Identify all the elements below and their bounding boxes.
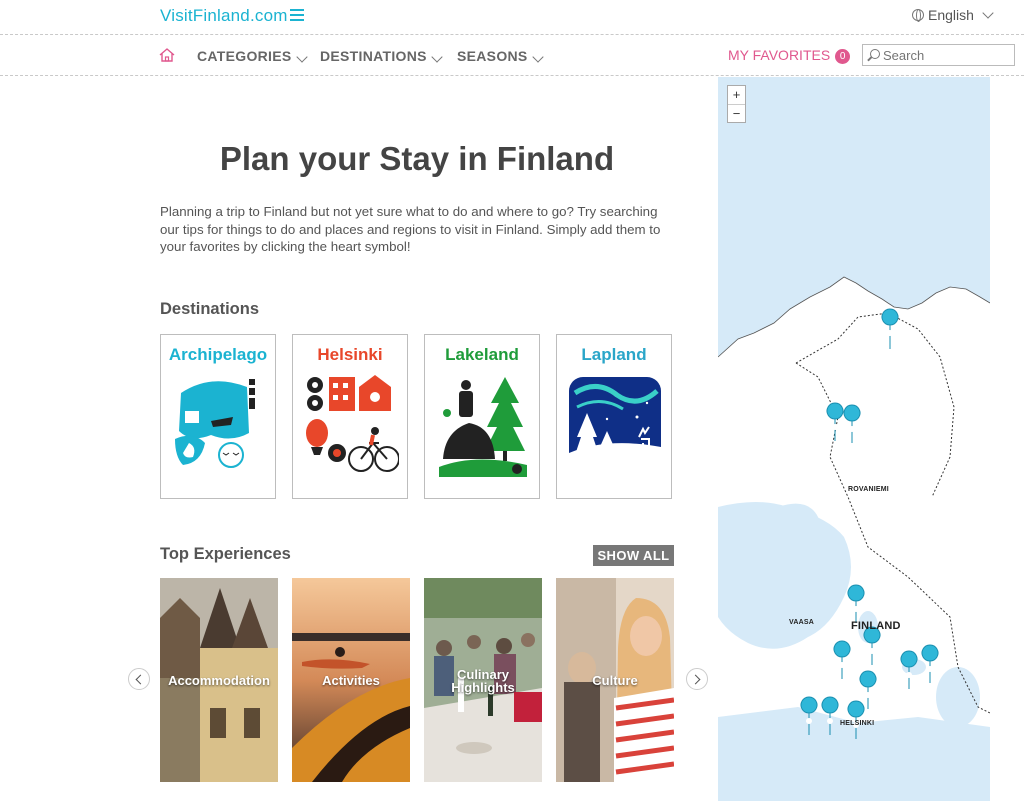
search-icon xyxy=(870,49,880,59)
language-selector[interactable]: English xyxy=(912,7,996,23)
destination-card-lakeland[interactable]: Lakeland xyxy=(424,334,540,499)
nav-destinations-label: DESTINATIONS xyxy=(320,48,427,64)
experience-label: Activities xyxy=(322,673,380,688)
destination-card-helsinki[interactable]: Helsinki xyxy=(292,334,408,499)
archipelago-poster-image xyxy=(171,373,267,483)
top-bar: VisitFinland.com English xyxy=(0,0,1024,35)
my-favorites-link[interactable]: MY FAVORITES 0 xyxy=(728,47,851,64)
page-title: Plan your Stay in Finland xyxy=(219,140,615,177)
carousel-next-button[interactable] xyxy=(686,668,708,690)
destination-card-lapland[interactable]: Lapland xyxy=(556,334,672,499)
destination-title: Archipelago xyxy=(168,345,268,364)
nav-destinations[interactable]: DESTINATIONS xyxy=(320,48,445,64)
experience-card-culinary[interactable]: Culinary Highlights xyxy=(424,578,542,782)
map-canvas xyxy=(718,276,990,801)
language-label: English xyxy=(928,7,974,23)
map-label-vaasa: VAASA xyxy=(789,619,814,626)
nav-categories[interactable]: CATEGORIES xyxy=(197,48,310,64)
intro-text: Planning a trip to Finland but not yet s… xyxy=(160,204,661,254)
chevron-left-icon xyxy=(135,674,146,685)
main-nav: CATEGORIES DESTINATIONS SEASONS MY FAVOR… xyxy=(0,35,1024,75)
experience-card-accommodation[interactable]: Accommodation xyxy=(160,578,278,782)
zoom-out-button[interactable]: − xyxy=(728,105,745,123)
map-zoom-control: + − xyxy=(727,85,746,123)
chevron-down-icon xyxy=(531,51,544,63)
site-logo[interactable]: VisitFinland.com xyxy=(160,6,288,26)
map-label-finland: FINLAND xyxy=(851,620,901,632)
favorites-count-badge: 0 xyxy=(835,49,851,64)
experience-label: Culinary Highlights xyxy=(451,667,515,695)
experience-card-activities[interactable]: Activities xyxy=(292,578,410,782)
nav-divider xyxy=(0,75,1024,76)
destination-title: Lapland xyxy=(581,345,647,364)
carousel-prev-button[interactable] xyxy=(128,668,150,690)
destination-title: Lakeland xyxy=(445,345,519,364)
experience-card-culture[interactable]: Culture xyxy=(556,578,674,782)
zoom-in-button[interactable]: + xyxy=(728,86,745,105)
finland-map[interactable]: + − ROVANIEMI FINLAND VAASA HELSINKI xyxy=(718,77,990,801)
destination-card-archipelago[interactable]: Archipelago xyxy=(160,334,276,499)
chevron-down-icon xyxy=(982,7,994,19)
chevron-right-icon xyxy=(690,674,701,685)
lapland-poster-image xyxy=(569,377,661,473)
experience-label: Culture xyxy=(592,673,638,688)
nav-categories-label: CATEGORIES xyxy=(197,48,292,64)
show-all-button[interactable]: SHOW ALL xyxy=(593,545,674,566)
chevron-down-icon xyxy=(431,51,443,63)
menu-icon[interactable] xyxy=(290,9,304,21)
globe-icon xyxy=(912,9,924,22)
favorites-label: MY FAVORITES xyxy=(728,47,831,63)
map-label-helsinki: HELSINKI xyxy=(840,720,875,727)
experience-label: Accommodation xyxy=(168,673,270,688)
map-label-rovaniemi: ROVANIEMI xyxy=(848,486,889,493)
chevron-down-icon xyxy=(295,51,308,63)
search-box[interactable] xyxy=(862,44,1015,66)
nav-seasons-label: SEASONS xyxy=(457,48,528,64)
nav-seasons[interactable]: SEASONS xyxy=(457,48,546,64)
lakeland-poster-image xyxy=(439,377,527,477)
destination-title: Helsinki xyxy=(317,345,383,364)
home-icon[interactable] xyxy=(159,48,175,62)
helsinki-poster-image xyxy=(306,375,399,472)
experiences-heading: Top Experiences xyxy=(160,545,291,563)
destinations-heading: Destinations xyxy=(160,300,260,318)
search-input[interactable] xyxy=(883,47,1008,63)
